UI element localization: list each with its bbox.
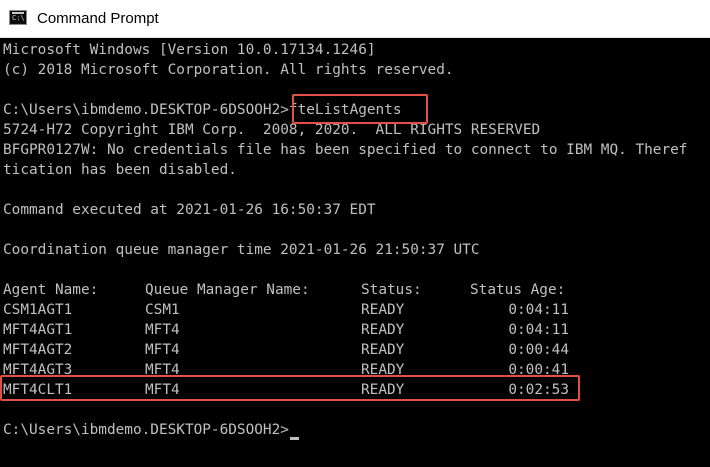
console-line: tication has been disabled. xyxy=(3,162,237,178)
console-line: Command executed at 2021-01-26 16:50:37 … xyxy=(3,202,376,218)
agent-status: READY xyxy=(361,302,405,318)
final-prompt: C:\Users\ibmdemo.DESKTOP-6DSOOH2> xyxy=(3,422,289,438)
window-title: Command Prompt xyxy=(37,10,159,27)
header-status: Status: xyxy=(361,282,422,298)
command-highlight-box xyxy=(292,94,428,124)
table-row: MFT4AGT1 MFT4 READY 0:04:11 xyxy=(3,320,569,340)
table-header: Agent Name: Queue Manager Name: Status: … xyxy=(3,280,565,300)
table-row: MFT4AGT2 MFT4 READY 0:00:44 xyxy=(3,340,569,360)
title-bar[interactable]: C:\ Command Prompt xyxy=(0,0,710,38)
header-queue-manager: Queue Manager Name: xyxy=(145,282,310,298)
console-line: Coordination queue manager time 2021-01-… xyxy=(3,242,480,258)
console-line: 5724-H72 Copyright IBM Corp. 2008, 2020.… xyxy=(3,122,541,138)
row-highlight-box xyxy=(0,375,580,401)
agent-status: READY xyxy=(361,322,405,338)
command-prompt-icon: C:\ xyxy=(9,10,27,25)
console-line: Microsoft Windows [Version 10.0.17134.12… xyxy=(3,42,376,58)
status-age: 0:04:11 xyxy=(508,322,569,338)
table-row: CSM1AGT1 CSM1 READY 0:04:11 xyxy=(3,300,569,320)
agent-status: READY xyxy=(361,342,405,358)
header-status-age: Status Age: xyxy=(470,282,566,298)
status-age: 0:04:11 xyxy=(508,302,569,318)
console-line: BFGPR0127W: No credentials file has been… xyxy=(3,142,688,158)
agent-name: MFT4AGT2 xyxy=(3,342,73,358)
agent-name: MFT4AGT1 xyxy=(3,322,73,338)
console-line: (c) 2018 Microsoft Corporation. All righ… xyxy=(3,62,454,78)
queue-manager-name: CSM1 xyxy=(145,302,180,318)
prompt-text: C:\Users\ibmdemo.DESKTOP-6DSOOH2> xyxy=(3,102,289,118)
queue-manager-name: MFT4 xyxy=(145,322,180,338)
queue-manager-name: MFT4 xyxy=(145,342,180,358)
header-agent-name: Agent Name: xyxy=(3,282,99,298)
text-cursor xyxy=(289,437,299,440)
status-age: 0:00:44 xyxy=(508,342,569,358)
final-prompt-line[interactable]: C:\Users\ibmdemo.DESKTOP-6DSOOH2> xyxy=(3,420,299,440)
agent-name: CSM1AGT1 xyxy=(3,302,73,318)
console-area[interactable]: Microsoft Windows [Version 10.0.17134.12… xyxy=(0,38,710,467)
